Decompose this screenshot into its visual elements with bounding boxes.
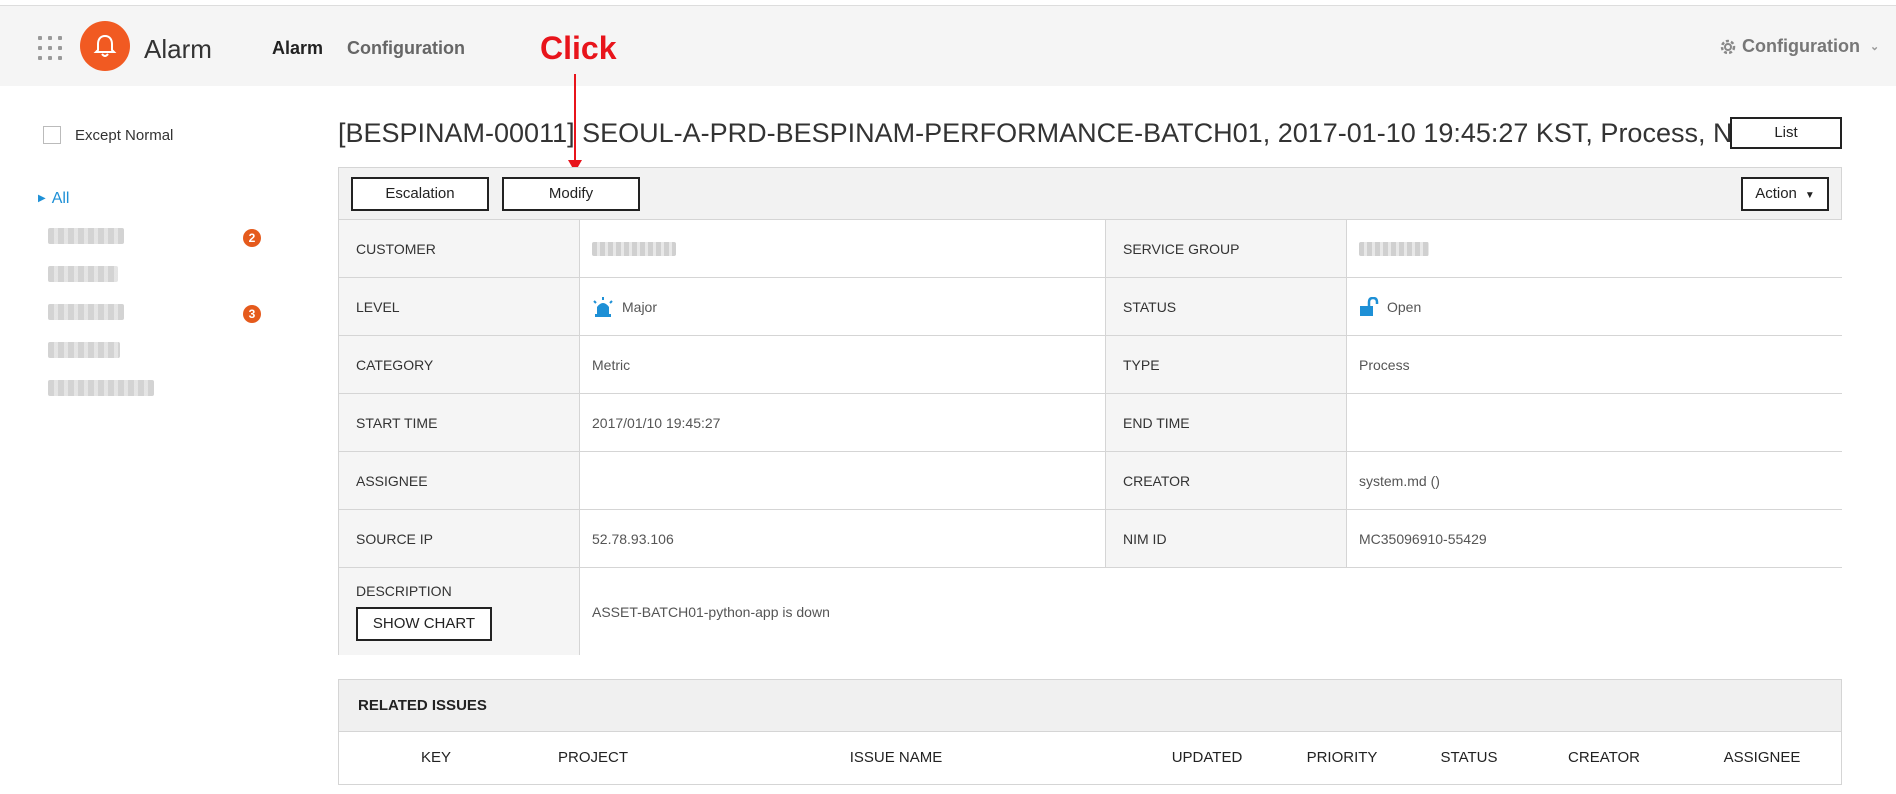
customer-label: CUSTOMER (339, 220, 580, 277)
action-label: Action (1755, 185, 1797, 202)
alarm-logo-icon (80, 21, 130, 71)
status-label: STATUS (1106, 278, 1347, 335)
start-time-value: 2017/01/10 19:45:27 (580, 394, 1106, 451)
nim-id-label: NIM ID (1106, 510, 1347, 567)
customer-value (580, 220, 1106, 277)
creator-label: CREATOR (1106, 452, 1347, 509)
app-header: Alarm Alarm Configuration Configuration … (0, 6, 1896, 86)
apps-grid-icon[interactable] (38, 36, 62, 60)
unlock-icon (1359, 296, 1379, 317)
detail-row: START TIME 2017/01/10 19:45:27 END TIME (339, 394, 1842, 452)
column-header-project[interactable]: PROJECT (558, 749, 628, 766)
column-header-issue-name[interactable]: ISSUE NAME (850, 749, 943, 766)
escalation-button[interactable]: Escalation (351, 177, 489, 211)
source-ip-value: 52.78.93.106 (580, 510, 1106, 567)
column-header-status[interactable]: STATUS (1441, 749, 1498, 766)
detail-row: CUSTOMER SERVICE GROUP (339, 220, 1842, 278)
status-text: Open (1387, 298, 1422, 315)
sidebar-item-redacted[interactable] (48, 304, 124, 320)
count-badge: 3 (243, 305, 261, 323)
column-header-creator[interactable]: CREATOR (1568, 749, 1640, 766)
siren-icon (592, 296, 614, 317)
column-header-assignee[interactable]: ASSIGNEE (1724, 749, 1801, 766)
assignee-value (580, 452, 1106, 509)
level-value: Major (580, 278, 1106, 335)
creator-value: system.md () (1347, 452, 1842, 509)
category-value: Metric (580, 336, 1106, 393)
description-label: DESCRIPTION (356, 582, 452, 599)
column-header-updated[interactable]: UPDATED (1172, 749, 1243, 766)
alarm-detail-panel: Escalation Modify Action ▼ CUSTOMER SERVI… (338, 167, 1842, 655)
category-label: CATEGORY (339, 336, 580, 393)
related-issues-panel: RELATED ISSUES KEY PROJECT ISSUE NAME UP… (338, 679, 1842, 785)
chevron-down-icon: ⌄ (1869, 41, 1880, 53)
detail-row: ASSIGNEE CREATOR system.md () (339, 452, 1842, 510)
level-text: Major (622, 298, 658, 315)
type-value: Process (1347, 336, 1842, 393)
description-value: ASSET-BATCH01-python-app is down (580, 568, 1842, 655)
column-header-priority[interactable]: PRIORITY (1307, 749, 1378, 766)
page-title: [BESPINAM-00011] SEOUL-A-PRD-BESPINAM-PE… (338, 118, 1738, 148)
related-issues-title: RELATED ISSUES (339, 680, 1841, 732)
assignee-label: ASSIGNEE (339, 452, 580, 509)
nav-alarm[interactable]: Alarm (272, 38, 323, 59)
detail-row: CATEGORY Metric TYPE Process (339, 336, 1842, 394)
start-time-label: START TIME (339, 394, 580, 451)
action-dropdown[interactable]: Action ▼ (1741, 177, 1829, 211)
detail-row: LEVEL Major STATUS Open (339, 278, 1842, 336)
app-name: Alarm (144, 34, 212, 64)
type-label: TYPE (1106, 336, 1347, 393)
except-normal-filter[interactable]: Except Normal (43, 126, 173, 144)
source-ip-label: SOURCE IP (339, 510, 580, 567)
modify-button[interactable]: Modify (502, 177, 640, 211)
configuration-menu[interactable]: Configuration ⌄ (1718, 36, 1879, 57)
detail-toolbar: Escalation Modify Action ▼ (339, 168, 1841, 220)
end-time-label: END TIME (1106, 394, 1347, 451)
show-chart-button[interactable]: SHOW CHART (356, 606, 492, 641)
service-group-label: SERVICE GROUP (1106, 220, 1347, 277)
sidebar-all-label: All (51, 190, 70, 207)
except-normal-label: Except Normal (75, 126, 174, 144)
description-row: DESCRIPTION SHOW CHART ASSET-BATCH01-pyt… (339, 568, 1842, 655)
configuration-menu-label: Configuration (1742, 36, 1860, 56)
sidebar-item-redacted[interactable] (48, 266, 118, 282)
nim-id-value: MC35096910-55429 (1347, 510, 1842, 567)
sidebar-item-redacted[interactable] (48, 380, 154, 396)
sidebar-item-all[interactable]: ▶ All (38, 190, 69, 208)
detail-row: SOURCE IP 52.78.93.106 NIM ID MC35096910… (339, 510, 1842, 568)
triangle-right-icon: ▶ (38, 193, 46, 204)
description-label-cell: DESCRIPTION SHOW CHART (339, 568, 580, 655)
column-header-key[interactable]: KEY (421, 749, 451, 766)
end-time-value (1347, 394, 1842, 451)
click-annotation: Click (540, 30, 617, 66)
status-value: Open (1347, 278, 1842, 335)
list-button[interactable]: List (1730, 117, 1842, 149)
sidebar-item-redacted[interactable] (48, 342, 120, 358)
service-group-value (1347, 220, 1842, 277)
caret-down-icon: ▼ (1804, 190, 1815, 201)
except-normal-checkbox[interactable] (43, 126, 61, 144)
gear-icon (1720, 39, 1736, 54)
nav-configuration[interactable]: Configuration (347, 38, 465, 59)
count-badge: 2 (243, 229, 261, 247)
level-label: LEVEL (339, 278, 580, 335)
sidebar-item-redacted[interactable] (48, 228, 124, 244)
